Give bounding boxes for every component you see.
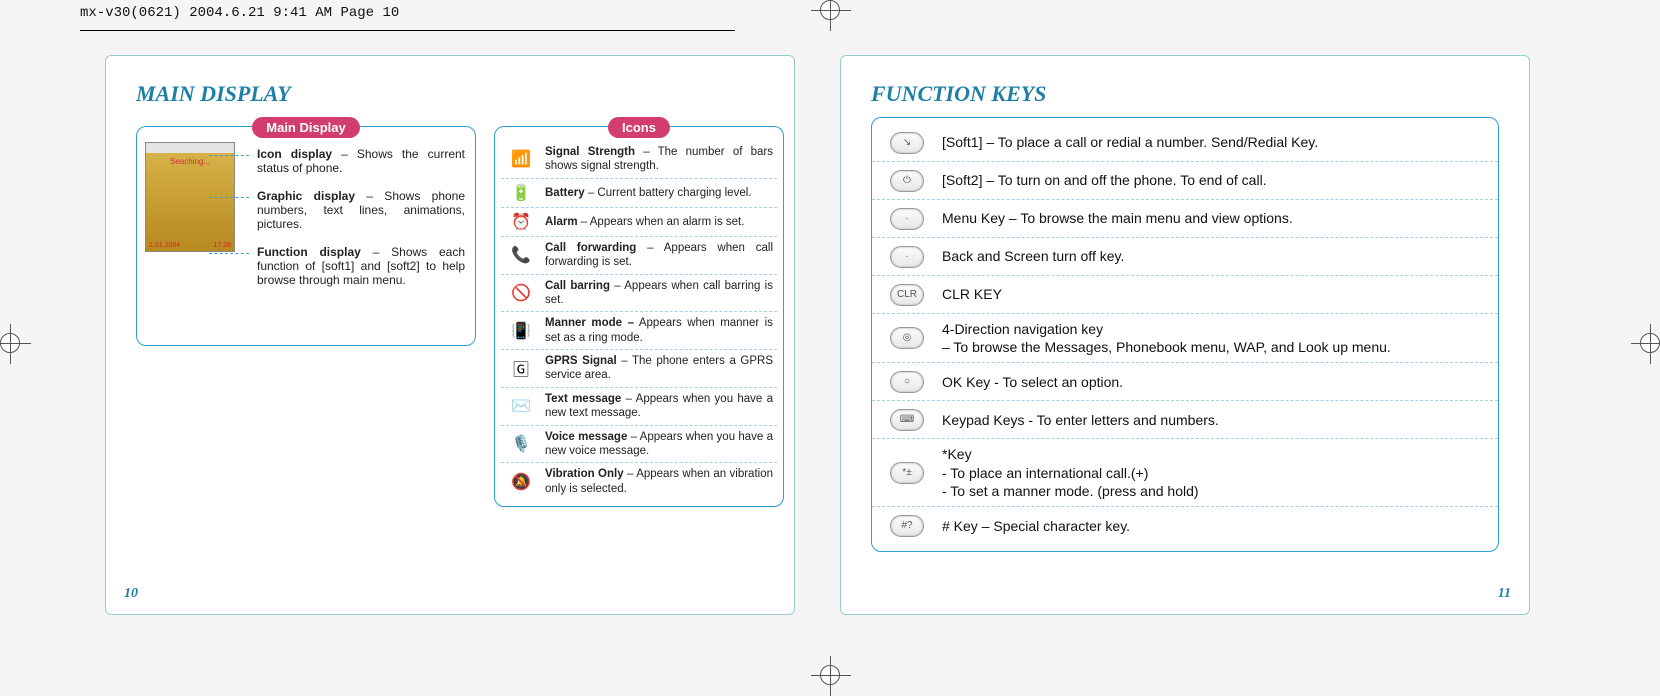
function-key-row: ◎ 4-Direction navigation key – To browse … <box>872 314 1498 363</box>
status-icon: 🚫 <box>505 283 537 303</box>
function-keys-title: FUNCTION KEYS <box>871 81 1499 107</box>
key-icon-cell: *± <box>886 462 928 484</box>
icon-row: 📳 Manner mode – Appears when manner is se… <box>501 312 777 350</box>
key-button-icon: CLR <box>890 284 924 306</box>
function-key-row: *± *Key - To place an international call.… <box>872 439 1498 507</box>
status-icon: 🄶 <box>505 356 537 380</box>
phone-date: 1.01.2004 <box>149 242 180 249</box>
crop-mark-right <box>1640 333 1660 353</box>
display-item-bold: Function display <box>257 245 361 259</box>
function-key-row: #? # Key – Special character key. <box>872 507 1498 545</box>
prepress-header: mx-v30(0621) 2004.6.21 9:41 AM Page 10 <box>80 5 399 21</box>
phone-time: 17:28 <box>213 242 231 249</box>
function-key-row: ⌨ Keypad Keys - To enter letters and numb… <box>872 401 1498 439</box>
key-description: [Soft2] – To turn on and off the phone. … <box>942 171 1267 189</box>
function-key-row: CLR CLR KEY <box>872 276 1498 314</box>
key-description: *Key - To place an international call.(+… <box>942 445 1199 500</box>
icon-row: 🔕 Vibration Only – Appears when an vibrat… <box>501 463 777 500</box>
icons-column: Icons 📶 Signal Strength – The number of b… <box>494 117 784 507</box>
crop-mark-top <box>820 0 840 20</box>
icon-row: ⏰ Alarm – Appears when an alarm is set. <box>501 208 777 237</box>
page-left: MAIN DISPLAY Main Display Seaching... 1.… <box>105 55 795 615</box>
main-display-panel: Seaching... 1.01.2004 17:28 Icon display… <box>136 126 476 346</box>
icons-panel: 📶 Signal Strength – The number of bars sh… <box>494 126 784 507</box>
status-icon: 📶 <box>505 149 537 169</box>
icon-description: Battery – Current battery charging level… <box>545 186 751 200</box>
main-display-pill: Main Display <box>252 117 359 138</box>
key-button-icon: #? <box>890 515 924 537</box>
key-icon-cell: ⌨ <box>886 409 928 431</box>
key-button-icon: ⌨ <box>890 409 924 431</box>
display-item: Icon display – Shows the current status … <box>257 147 465 175</box>
key-button-icon: · <box>890 246 924 268</box>
icon-row: ✉️ Text message – Appears when you have a… <box>501 388 777 426</box>
key-icon-cell: ○ <box>886 371 928 393</box>
key-button-icon: *± <box>890 462 924 484</box>
key-icon-cell: · <box>886 246 928 268</box>
crop-mark-bottom <box>820 665 840 685</box>
icon-description: GPRS Signal – The phone enters a GPRS se… <box>545 354 773 383</box>
key-description: Keypad Keys - To enter letters and numbe… <box>942 411 1219 429</box>
key-icon-cell: ↘ <box>886 132 928 154</box>
status-icon: 🔕 <box>505 472 537 492</box>
display-item: Graphic display – Shows phone numbers, t… <box>257 189 465 231</box>
function-key-row: ⏻ [Soft2] – To turn on and off the phone.… <box>872 162 1498 200</box>
icon-description: Manner mode – Appears when manner is set… <box>545 316 773 345</box>
status-icon: ✉️ <box>505 396 537 416</box>
icon-description: Vibration Only – Appears when an vibrati… <box>545 467 773 496</box>
key-description: CLR KEY <box>942 285 1002 303</box>
header-rule <box>80 30 735 31</box>
icon-description: Voice message – Appears when you have a … <box>545 430 773 459</box>
display-items-list: Icon display – Shows the current status … <box>257 147 465 287</box>
icon-row: 📶 Signal Strength – The number of bars sh… <box>501 141 777 179</box>
status-icon: 🔋 <box>505 183 537 203</box>
display-item: Function display – Shows each function o… <box>257 245 465 287</box>
key-description: Menu Key – To browse the main menu and v… <box>942 209 1293 227</box>
key-button-icon: ⏻ <box>890 170 924 192</box>
icon-row: 🎙️ Voice message – Appears when you have … <box>501 426 777 464</box>
main-display-title: MAIN DISPLAY <box>136 81 764 107</box>
key-button-icon: ◎ <box>890 327 924 349</box>
display-item-bold: Graphic display <box>257 189 355 203</box>
key-icon-cell: · <box>886 208 928 230</box>
key-icon-cell: ⏻ <box>886 170 928 192</box>
key-button-icon: ○ <box>890 371 924 393</box>
display-item-bold: Icon display <box>257 147 332 161</box>
icon-description: Signal Strength – The number of bars sho… <box>545 145 773 174</box>
crop-mark-left <box>0 333 20 353</box>
status-icon: ⏰ <box>505 212 537 232</box>
status-icon: 🎙️ <box>505 434 537 454</box>
icons-pill: Icons <box>608 117 670 138</box>
key-icon-cell: #? <box>886 515 928 537</box>
key-button-icon: ↘ <box>890 132 924 154</box>
page-number-right: 11 <box>1498 586 1511 602</box>
key-description: Back and Screen turn off key. <box>942 247 1124 265</box>
key-description: # Key – Special character key. <box>942 517 1130 535</box>
key-icon-cell: ◎ <box>886 327 928 349</box>
icon-description: Call barring – Appears when call barring… <box>545 279 773 308</box>
icon-description: Call forwarding – Appears when call forw… <box>545 241 773 270</box>
key-icon-cell: CLR <box>886 284 928 306</box>
page-right: FUNCTION KEYS ↘ [Soft1] – To place a call… <box>840 55 1530 615</box>
icon-row: 🔋 Battery – Current battery charging leve… <box>501 179 777 208</box>
icon-row: 🚫 Call barring – Appears when call barrin… <box>501 275 777 313</box>
icon-description: Text message – Appears when you have a n… <box>545 392 773 421</box>
function-key-row: ○ OK Key - To select an option. <box>872 363 1498 401</box>
icon-row: 📞 Call forwarding – Appears when call for… <box>501 237 777 275</box>
key-description: OK Key - To select an option. <box>942 373 1123 391</box>
function-keys-panel: ↘ [Soft1] – To place a call or redial a n… <box>871 117 1499 552</box>
key-description: [Soft1] – To place a call or redial a nu… <box>942 133 1318 151</box>
main-display-column: Main Display Seaching... 1.01.2004 17:28… <box>136 117 476 507</box>
key-description: 4-Direction navigation key – To browse t… <box>942 320 1391 356</box>
function-key-row: ↘ [Soft1] – To place a call or redial a n… <box>872 124 1498 162</box>
status-icon: 📳 <box>505 321 537 341</box>
page-number-left: 10 <box>124 586 138 602</box>
function-key-row: · Back and Screen turn off key. <box>872 238 1498 276</box>
key-button-icon: · <box>890 208 924 230</box>
icon-description: Alarm – Appears when an alarm is set. <box>545 215 744 229</box>
function-key-row: · Menu Key – To browse the main menu and … <box>872 200 1498 238</box>
icon-row: 🄶 GPRS Signal – The phone enters a GPRS s… <box>501 350 777 388</box>
status-icon: 📞 <box>505 245 537 265</box>
